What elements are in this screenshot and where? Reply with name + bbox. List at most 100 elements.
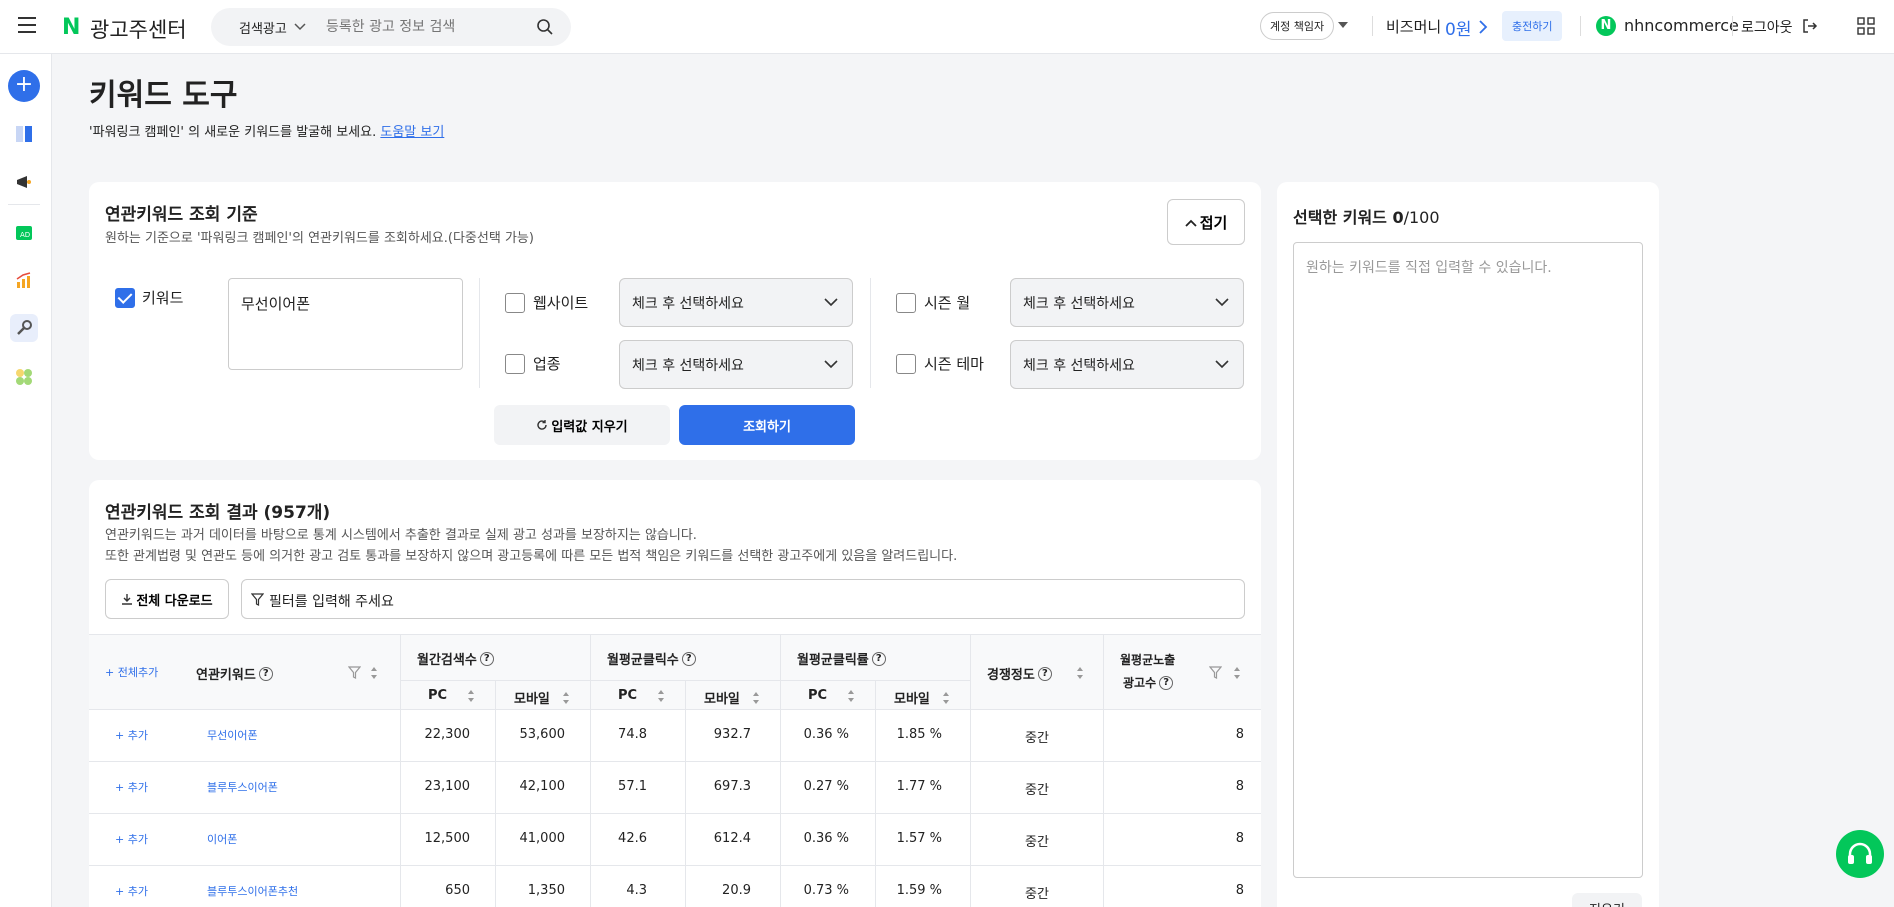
- sidebar-item-reports[interactable]: [10, 266, 38, 294]
- mobile-search-header[interactable]: 모바일: [514, 688, 570, 707]
- sidebar-item-more[interactable]: [10, 363, 38, 391]
- global-search: 검색광고: [211, 8, 571, 46]
- pc-search-value: 22,300: [424, 727, 471, 742]
- apps-grid-icon[interactable]: [1857, 17, 1875, 35]
- help-icon[interactable]: ?: [871, 651, 886, 666]
- mobile-clicks-header[interactable]: 모바일: [704, 688, 760, 707]
- help-icon[interactable]: ?: [681, 651, 696, 666]
- avg-clicks-header: 월평균클릭수?: [607, 649, 696, 668]
- create-button[interactable]: +: [8, 70, 40, 102]
- sidebar-item-ad-manage[interactable]: AD: [10, 219, 38, 247]
- mo-ctr-value: 1.77 %: [896, 779, 942, 794]
- sort-icon[interactable]: [467, 689, 475, 702]
- add-keyword-button[interactable]: + 추가: [115, 779, 148, 795]
- bizmoney-amount[interactable]: 0원: [1445, 15, 1471, 40]
- sort-icon[interactable]: [752, 691, 760, 704]
- sort-icon[interactable]: [1076, 667, 1084, 679]
- col-divider: [590, 814, 591, 866]
- season-theme-checkbox[interactable]: [896, 354, 916, 374]
- chevron-right-icon[interactable]: [1478, 19, 1488, 35]
- season-month-label: 시즌 월: [924, 294, 971, 312]
- mo-clicks-value: 612.4: [713, 831, 751, 846]
- website-checkbox[interactable]: [505, 293, 525, 313]
- sort-icon[interactable]: [657, 689, 665, 702]
- table-row: + 추가 무선이어폰 22,300 53,600 74.8 932.7 0.36 % 1.85…: [89, 710, 1261, 762]
- keyword-link[interactable]: 블루투스이어폰추천: [207, 883, 298, 899]
- help-link[interactable]: 도움말 보기: [380, 125, 444, 140]
- sidebar-item-campaigns[interactable]: [10, 168, 38, 196]
- industry-select[interactable]: 체크 후 선택하세요: [619, 340, 853, 389]
- col-divider: [780, 762, 781, 814]
- add-keyword-button[interactable]: + 추가: [115, 883, 148, 899]
- season-month-checkbox[interactable]: [896, 293, 916, 313]
- sidebar-item-dashboard[interactable]: [10, 120, 38, 148]
- sort-icon[interactable]: [847, 689, 855, 702]
- search-icon[interactable]: [536, 18, 554, 36]
- clear-button[interactable]: 입력값 지우기: [494, 405, 670, 445]
- account-name[interactable]: nhncommerce: [1624, 16, 1739, 35]
- add-keyword-button[interactable]: + 추가: [115, 831, 148, 847]
- page-title: 키워드 도구: [89, 78, 238, 113]
- competition-header[interactable]: 경쟁정도?: [987, 664, 1052, 683]
- mo-ctr-value: 1.59 %: [896, 883, 942, 898]
- caret-down-icon[interactable]: [1338, 22, 1348, 28]
- selected-keywords-textarea[interactable]: 원하는 키워드를 직접 입력할 수 있습니다.: [1293, 242, 1643, 878]
- ads-value: 8: [1235, 779, 1244, 794]
- sort-icon[interactable]: [942, 691, 950, 704]
- add-keyword-button[interactable]: + 추가: [115, 727, 148, 743]
- mo-search-value: 53,600: [519, 727, 566, 742]
- sort-icon[interactable]: [370, 667, 378, 679]
- customer-support-button[interactable]: [1836, 830, 1884, 878]
- sort-icon[interactable]: [562, 691, 570, 704]
- pc-label: PC: [618, 688, 638, 703]
- role-badge[interactable]: 계정 책임자: [1260, 12, 1335, 40]
- pc-search-header[interactable]: PC: [428, 688, 475, 703]
- avg-impressions-header[interactable]: 광고수?: [1123, 674, 1174, 691]
- keyword-link[interactable]: 이어폰: [207, 831, 237, 847]
- col-divider: [970, 762, 971, 814]
- pc-ctr-header[interactable]: PC: [808, 688, 855, 703]
- fold-button[interactable]: 접기: [1167, 199, 1245, 245]
- apps-icon: [16, 369, 32, 385]
- avg-ctr-header: 월평균클릭률?: [797, 649, 886, 668]
- download-all-button[interactable]: 전체 다운로드: [105, 579, 229, 619]
- help-icon[interactable]: ?: [1159, 675, 1174, 690]
- logout-icon[interactable]: [1802, 18, 1818, 34]
- search-input[interactable]: [326, 14, 526, 40]
- pc-clicks-header[interactable]: PC: [618, 688, 665, 703]
- filter-icon[interactable]: [348, 666, 361, 679]
- season-theme-select[interactable]: 체크 후 선택하세요: [1010, 340, 1244, 389]
- refresh-icon: [537, 419, 548, 430]
- keyword-link[interactable]: 블루투스이어폰: [207, 779, 278, 795]
- filter-input[interactable]: 필터를 입력해 주세요: [241, 579, 1245, 619]
- website-select[interactable]: 체크 후 선택하세요: [619, 278, 853, 327]
- chevron-down-icon[interactable]: [293, 19, 307, 33]
- help-icon[interactable]: ?: [258, 666, 273, 681]
- season-month-select[interactable]: 체크 후 선택하세요: [1010, 278, 1244, 327]
- menu-icon[interactable]: [18, 17, 36, 33]
- logout-link[interactable]: 로그아웃: [1741, 17, 1793, 37]
- keyword-textarea[interactable]: 무선이어폰: [228, 278, 463, 370]
- industry-checkbox[interactable]: [505, 354, 525, 374]
- season-theme-label: 시즌 테마: [924, 355, 984, 373]
- help-icon[interactable]: ?: [479, 651, 494, 666]
- sort-icon[interactable]: [1233, 667, 1241, 679]
- clear-selected-button[interactable]: 지우기: [1572, 893, 1642, 907]
- chevron-up-icon: [1185, 219, 1197, 227]
- keyword-col-header[interactable]: 연관키워드?: [196, 664, 273, 683]
- search-scope-select[interactable]: 검색광고: [239, 18, 287, 37]
- search-button[interactable]: 조회하기: [679, 405, 855, 445]
- mobile-ctr-header[interactable]: 모바일: [894, 688, 950, 707]
- mobile-label: 모바일: [894, 692, 930, 707]
- help-icon[interactable]: ?: [1037, 666, 1052, 681]
- charge-button[interactable]: 충전하기: [1502, 11, 1563, 41]
- keyword-link[interactable]: 무선이어폰: [207, 727, 258, 743]
- pc-search-value: 12,500: [424, 831, 471, 846]
- filter-icon[interactable]: [1209, 666, 1222, 679]
- add-all-button[interactable]: + 전체추가: [105, 664, 158, 680]
- sidebar-item-tools[interactable]: [10, 314, 38, 342]
- keyword-checkbox[interactable]: [115, 288, 135, 308]
- app-title[interactable]: 광고주센터: [90, 14, 187, 44]
- avg-ctr-label: 월평균클릭률: [797, 653, 869, 668]
- col-divider: [970, 710, 971, 762]
